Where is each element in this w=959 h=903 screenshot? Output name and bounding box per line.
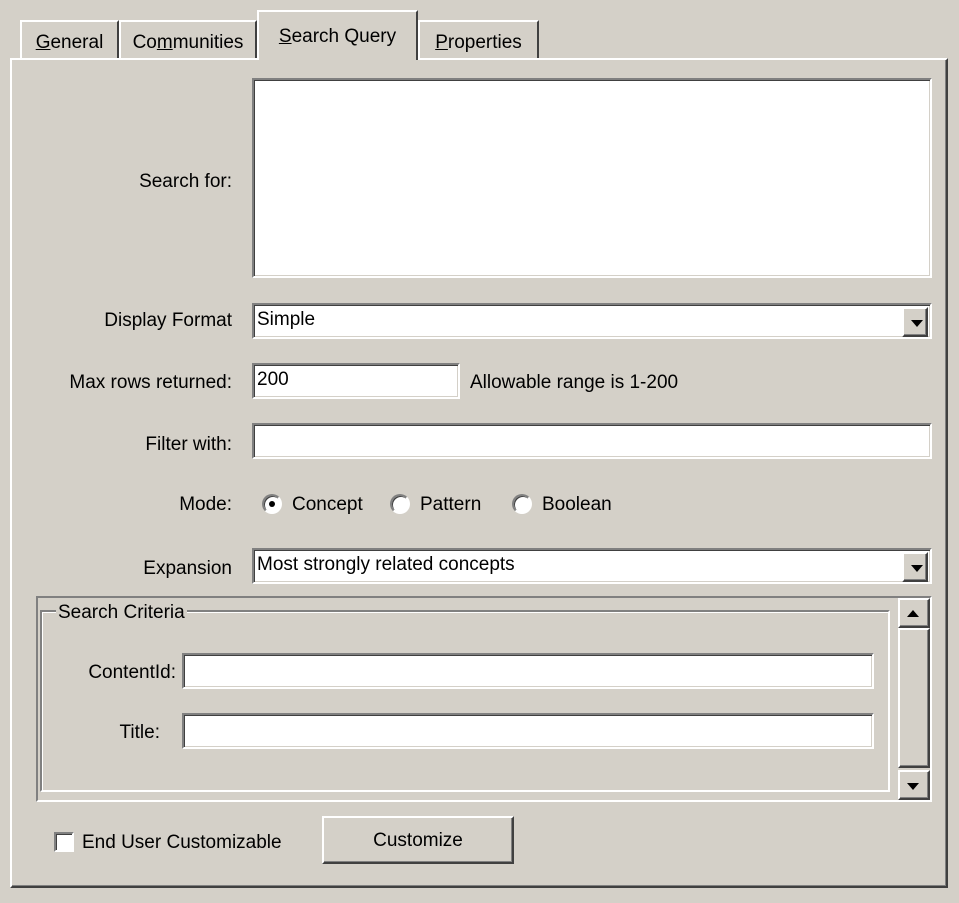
tab-label: General [35,32,104,53]
tab-properties[interactable]: Properties [418,20,539,58]
tab-search-query[interactable]: Search Query [257,10,418,60]
tab-label: Properties [435,32,522,53]
tab-panel [10,58,948,888]
tab-general[interactable]: General [20,20,119,58]
tab-label: Communities [132,32,244,53]
tab-communities[interactable]: Communities [119,20,257,58]
tab-label: Search Query [278,26,397,47]
